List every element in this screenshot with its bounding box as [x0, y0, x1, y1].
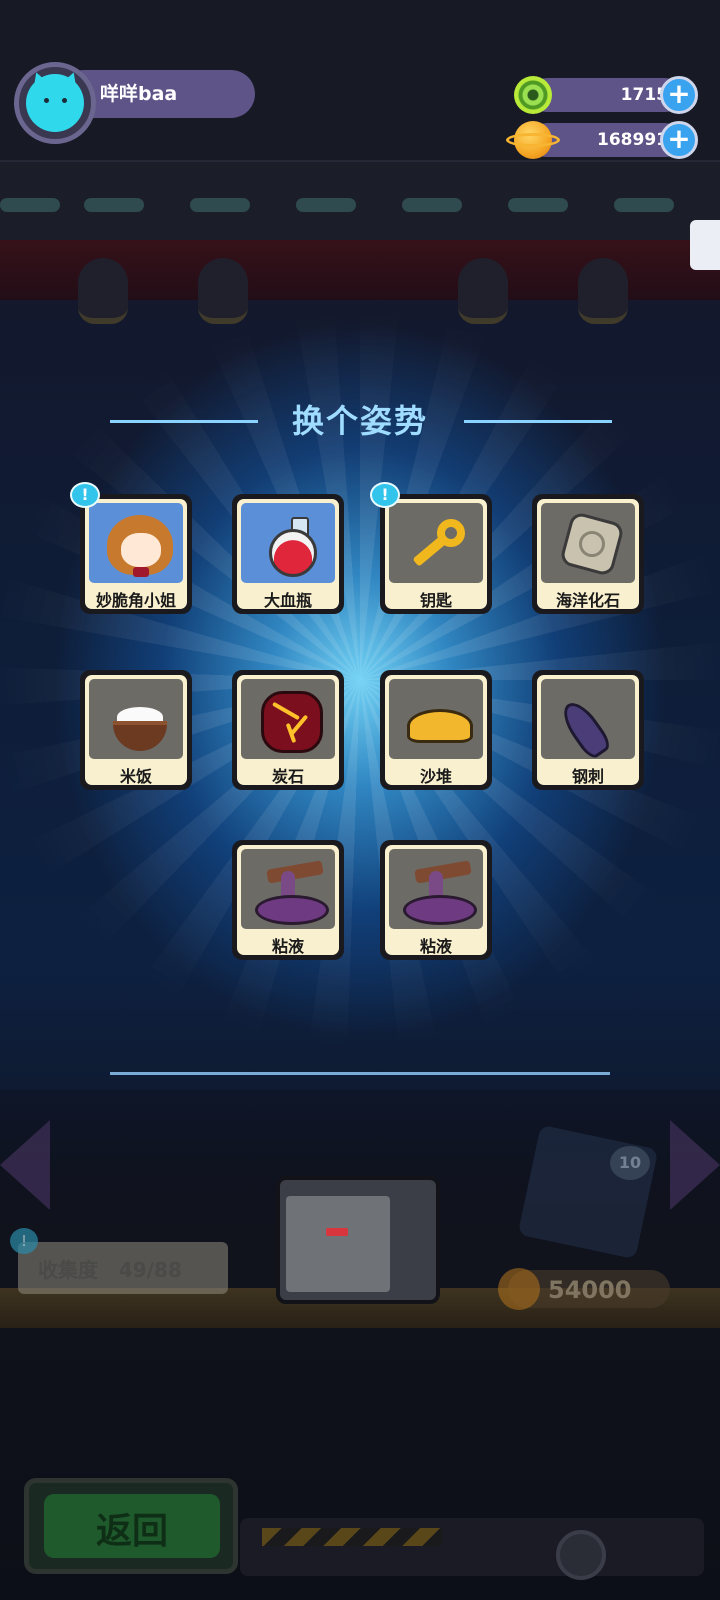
machine-led [326, 1228, 348, 1236]
rice-bowl-icon [89, 679, 183, 759]
key-icon [389, 503, 483, 583]
avatar-eye [62, 98, 67, 103]
girl-character-icon [89, 503, 183, 583]
back-button-label: 返回 [95, 1511, 168, 1552]
item-card-miss-corn[interactable]: 妙脆角小姐 [80, 494, 192, 614]
stage-light [614, 198, 674, 212]
price-amount: 54000 [548, 1276, 632, 1304]
item-card-rice[interactable]: 米饭 [80, 670, 192, 790]
hazard-stripe [262, 1528, 442, 1546]
item-label: 炭石 [271, 767, 304, 785]
dialog-divider [110, 1072, 610, 1075]
coal-stone-icon [241, 679, 335, 759]
spotlight [578, 258, 628, 324]
item-label: 沙堆 [419, 767, 452, 785]
knob-icon [556, 1530, 606, 1580]
slime-icon [241, 849, 335, 929]
dialog-title: 换个姿势 [291, 402, 428, 440]
planet-coin-icon [506, 133, 560, 147]
item-label: 妙脆角小姐 [95, 591, 176, 609]
steel-spike-icon [541, 679, 635, 762]
stage-light [190, 198, 250, 212]
spotlight [198, 258, 248, 324]
avatar-eye [44, 98, 49, 103]
spotlight [78, 258, 128, 324]
player-name: 咩咩baa [100, 83, 178, 105]
planet-coin-icon [498, 1268, 540, 1310]
item-card-slime[interactable]: 粘液 [232, 840, 344, 960]
item-card-sand-pile[interactable]: 沙堆 [380, 670, 492, 790]
coin-amount: 168991 [597, 130, 668, 150]
base-bar [240, 1518, 704, 1576]
fossil-icon [541, 503, 635, 583]
item-card-slime[interactable]: 粘液 [380, 840, 492, 960]
item-label: 海洋化石 [555, 591, 620, 609]
sand-pile-icon [389, 679, 483, 759]
add-coin-button[interactable]: + [660, 121, 698, 159]
collection-badge: ! [10, 1228, 38, 1254]
stage-light [296, 198, 356, 212]
item-label: 米饭 [119, 767, 152, 785]
item-label: 粘液 [271, 937, 304, 955]
item-card-key[interactable]: 钥匙 [380, 494, 492, 614]
side-tab-button[interactable] [690, 220, 720, 270]
add-gem-button[interactable]: + [660, 76, 698, 114]
item-card-big-potion[interactable]: 大血瓶 [232, 494, 344, 614]
stage-light [84, 198, 144, 212]
cat-avatar-icon [26, 74, 84, 132]
item-card-coal-stone[interactable]: 炭石 [232, 670, 344, 790]
machine-screen [286, 1196, 390, 1292]
item-label: 钢刺 [571, 767, 604, 785]
new-badge: ! [70, 482, 100, 508]
item-card-ocean-fossil[interactable]: 海洋化石 [532, 494, 644, 614]
item-label: 钥匙 [419, 591, 452, 609]
red-potion-icon [241, 503, 335, 583]
collection-text: 收集度 49/88 [38, 1258, 182, 1282]
spotlight [458, 258, 508, 324]
stage-light [508, 198, 568, 212]
item-label: 粘液 [419, 937, 452, 955]
stage-light [402, 198, 462, 212]
green-gem-icon [514, 76, 552, 114]
stage-light [0, 198, 60, 212]
gem-amount: 1715 [620, 85, 668, 105]
box-count-badge: 10 [610, 1146, 650, 1180]
slime-icon [389, 849, 483, 929]
item-label: 大血瓶 [263, 591, 312, 609]
item-card-steel-spike[interactable]: 钢刺 [532, 670, 644, 790]
new-badge: ! [370, 482, 400, 508]
